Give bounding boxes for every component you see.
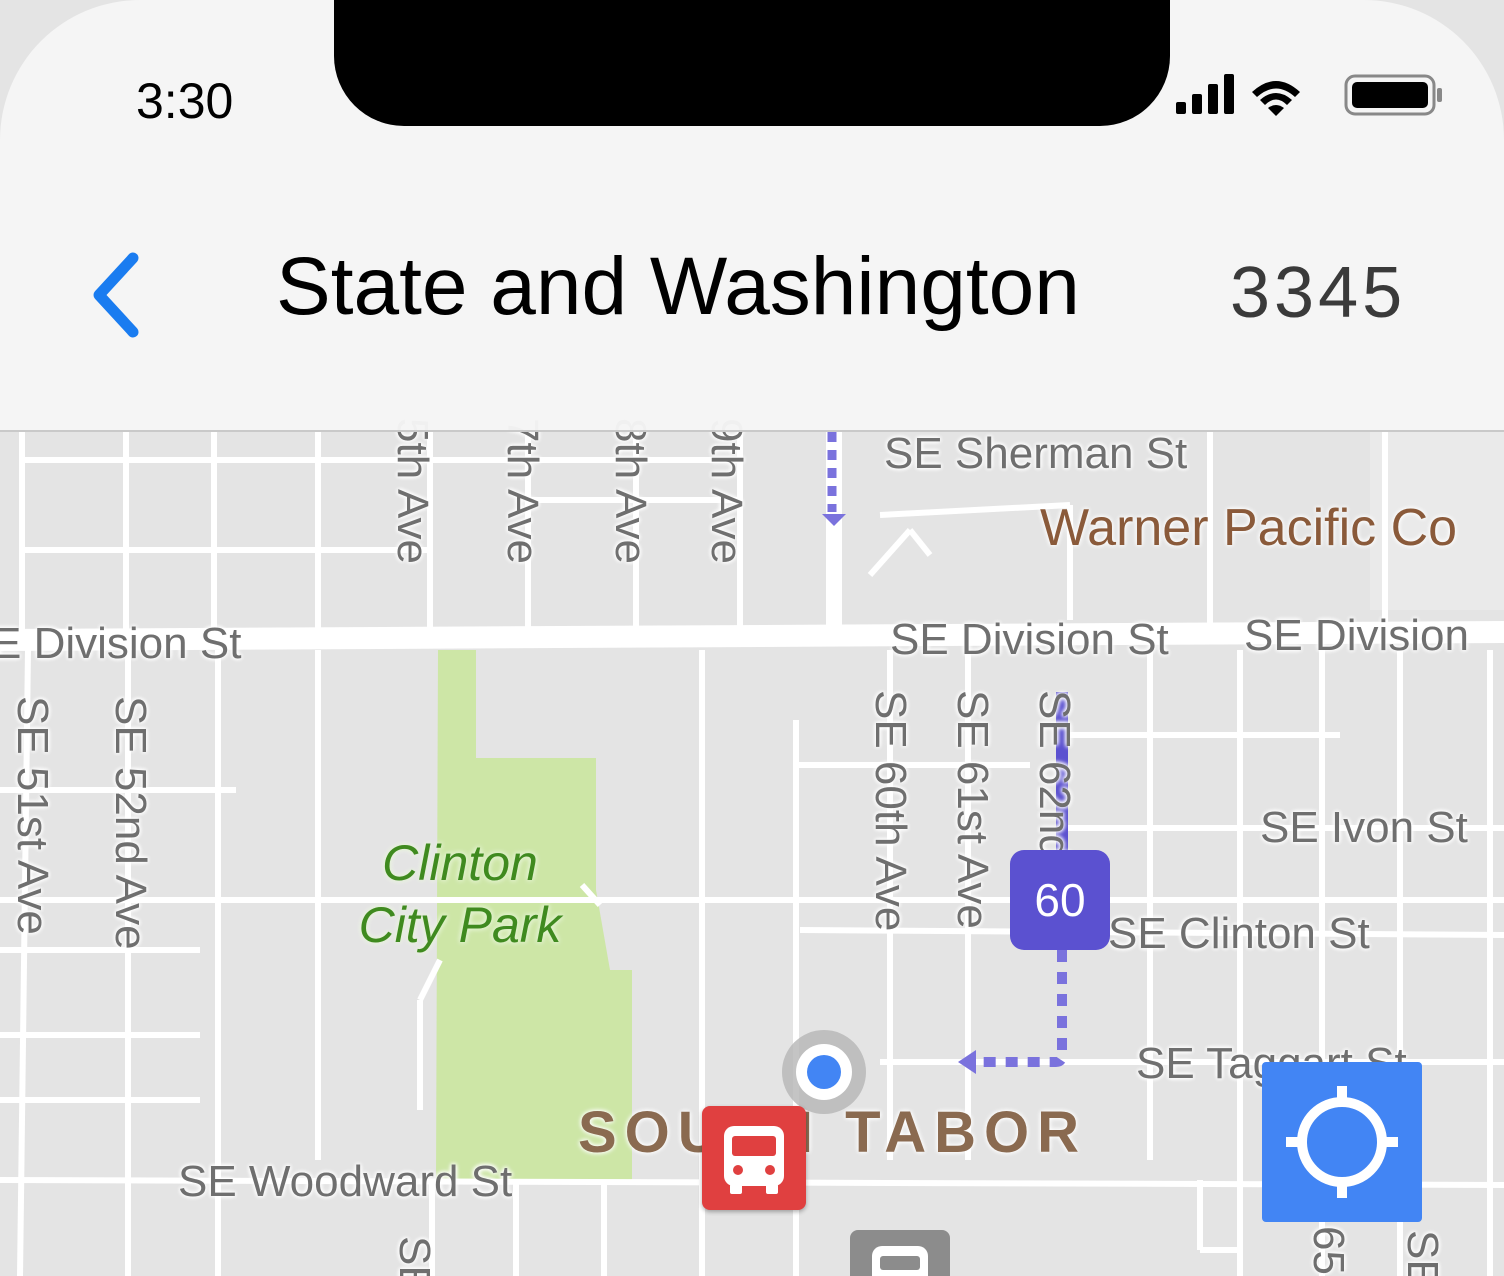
- street-label: SE 51st Ave: [8, 696, 57, 935]
- park-label: Clinton City Park: [358, 835, 562, 953]
- bus-icon: [724, 1126, 784, 1194]
- stop-number: 3345: [1230, 253, 1407, 333]
- wifi-icon: [1252, 81, 1300, 116]
- street-label: 7th Ave: [498, 418, 547, 564]
- chevron-left-icon: [93, 252, 139, 338]
- back-button[interactable]: [70, 240, 160, 350]
- poi-label[interactable]: Warner Pacific Co: [1040, 502, 1457, 554]
- street-label: 8th Ave: [606, 418, 655, 564]
- status-bar-icons: [1176, 72, 1446, 118]
- street-label: E Division St: [0, 619, 242, 668]
- street-label: SE Division St: [890, 615, 1169, 664]
- locate-me-button[interactable]: [1262, 1062, 1422, 1222]
- bus-stop-marker[interactable]: [850, 1230, 950, 1276]
- navigation-header: 3:30 State and Washington 3345: [0, 0, 1504, 432]
- street-label: SE 62nd: [1030, 690, 1079, 859]
- street-label: SE 61st Ave: [948, 690, 997, 929]
- street-label: SE Ivon St: [1260, 803, 1468, 852]
- bus-icon: [872, 1246, 928, 1276]
- street-label: SE Sherman St: [884, 429, 1188, 478]
- street-label: 9th Ave: [702, 418, 751, 564]
- street-label: SE: [1398, 1230, 1447, 1276]
- street-label: SE 52nd Ave: [106, 696, 155, 950]
- street-label: 5th Ave: [388, 418, 437, 564]
- device-notch: [334, 0, 1170, 126]
- bus-stop-marker-active[interactable]: [702, 1106, 806, 1210]
- street-label: SE: [390, 1236, 439, 1276]
- status-bar-time: 3:30: [136, 73, 234, 129]
- route-number-badge[interactable]: 60: [1010, 850, 1110, 950]
- street-label: SE 60th Ave: [866, 690, 915, 932]
- street-label: 65: [1304, 1226, 1353, 1275]
- crosshair-icon: [1286, 1086, 1398, 1198]
- street-label: SE Woodward St: [178, 1157, 513, 1206]
- user-location-icon: [778, 1026, 870, 1118]
- street-label: SE Clinton St: [1108, 909, 1370, 958]
- cellular-signal-icon: [1176, 74, 1234, 114]
- battery-icon: [1344, 74, 1442, 116]
- phone-screen: SE Sherman St E Division St SE Division …: [0, 0, 1504, 1276]
- page-title: State and Washington: [276, 241, 1080, 332]
- street-label: SE Division: [1244, 611, 1469, 660]
